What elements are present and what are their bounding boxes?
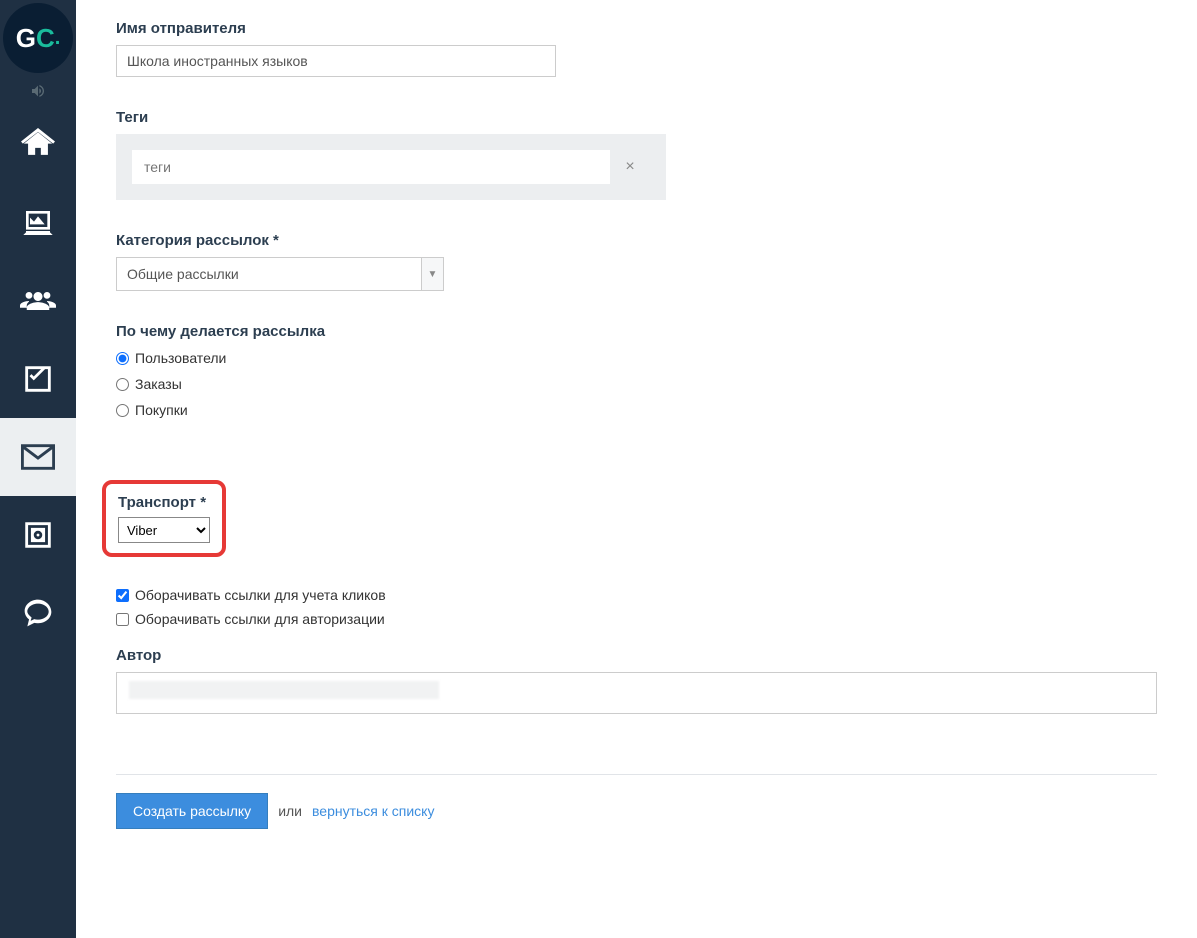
sender-label: Имя отправителя — [116, 20, 1157, 37]
author-label: Автор — [116, 647, 1157, 664]
tags-label: Теги — [116, 109, 1157, 126]
radio-purchases[interactable]: Покупки — [116, 402, 1157, 418]
tags-container: × — [116, 134, 666, 200]
checkbox-wrap-clicks-input[interactable] — [116, 589, 129, 602]
author-group: Автор — [116, 647, 1157, 714]
radio-orders-label: Заказы — [135, 376, 182, 392]
tags-input[interactable] — [132, 150, 610, 184]
tags-group: Теги × — [116, 109, 1157, 200]
radio-purchases-input[interactable] — [116, 404, 129, 417]
footer-actions: Создать рассылку или вернуться к списку — [116, 793, 1157, 829]
sound-icon[interactable] — [0, 76, 76, 106]
divider — [116, 774, 1157, 775]
nav-home[interactable] — [0, 106, 76, 184]
radio-users[interactable]: Пользователи — [116, 350, 1157, 366]
transport-highlight: Транспорт * Viber — [102, 480, 226, 557]
nav-mail[interactable] — [0, 418, 76, 496]
footer-or: или — [278, 803, 302, 819]
nav-settings[interactable] — [0, 496, 76, 574]
author-input[interactable] — [116, 672, 1157, 714]
nav-tasks[interactable] — [0, 340, 76, 418]
wrap-links-group: Оборачивать ссылки для учета кликов Обор… — [116, 587, 1157, 627]
transport-select[interactable]: Viber — [118, 517, 210, 543]
create-button[interactable]: Создать рассылку — [116, 793, 268, 829]
radio-orders-input[interactable] — [116, 378, 129, 391]
radio-users-label: Пользователи — [135, 350, 226, 366]
transport-label: Транспорт * — [118, 494, 210, 511]
radio-orders[interactable]: Заказы — [116, 376, 1157, 392]
nav-analytics[interactable] — [0, 184, 76, 262]
nav-users[interactable] — [0, 262, 76, 340]
nav-chat[interactable] — [0, 574, 76, 652]
radio-purchases-label: Покупки — [135, 402, 188, 418]
checkbox-wrap-auth-label: Оборачивать ссылки для авторизации — [135, 611, 385, 627]
back-link[interactable]: вернуться к списку — [312, 803, 434, 819]
sendby-group: По чему делается рассылка Пользователи З… — [116, 323, 1157, 418]
category-group: Категория рассылок * Общие рассылки ▼ — [116, 232, 1157, 291]
radio-users-input[interactable] — [116, 352, 129, 365]
sender-input[interactable] — [116, 45, 556, 77]
close-icon[interactable]: × — [610, 158, 650, 176]
checkbox-wrap-auth[interactable]: Оборачивать ссылки для авторизации — [116, 611, 1157, 627]
category-selected: Общие рассылки — [116, 257, 422, 291]
author-redacted — [129, 681, 439, 699]
category-select[interactable]: Общие рассылки ▼ — [116, 257, 444, 291]
checkbox-wrap-auth-input[interactable] — [116, 613, 129, 626]
checkbox-wrap-clicks[interactable]: Оборачивать ссылки для учета кликов — [116, 587, 1157, 603]
sender-group: Имя отправителя — [116, 20, 1157, 77]
form-container: Имя отправителя Теги × Категория рассыло… — [76, 0, 1197, 938]
checkbox-wrap-clicks-label: Оборачивать ссылки для учета кликов — [135, 587, 386, 603]
sidebar: GC. — [0, 0, 76, 938]
app-logo: GC. — [3, 3, 73, 73]
category-label: Категория рассылок * — [116, 232, 1157, 249]
sendby-label: По чему делается рассылка — [116, 323, 1157, 340]
chevron-down-icon: ▼ — [422, 257, 444, 291]
